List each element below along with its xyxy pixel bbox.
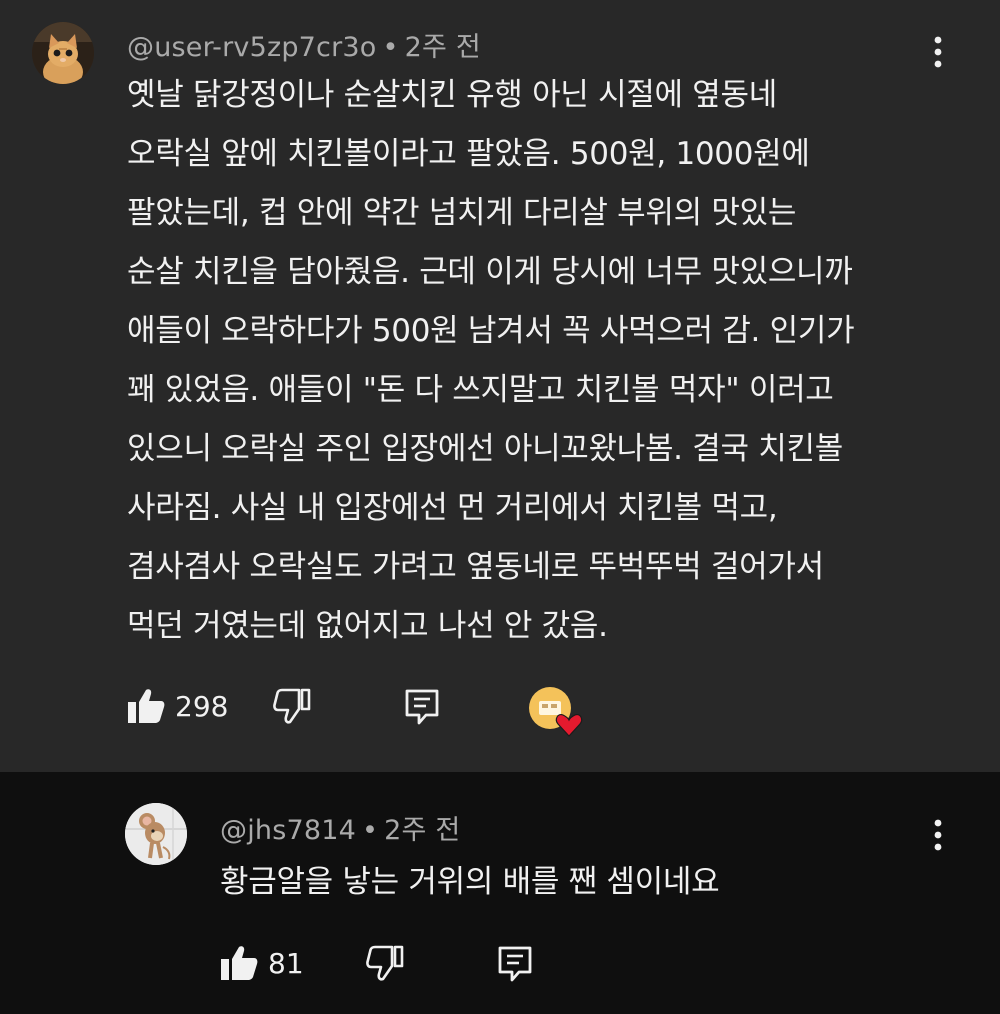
reply-dislike-button[interactable] (366, 945, 404, 981)
dislike-button[interactable] (273, 688, 311, 724)
reply-meta-separator: • (362, 815, 379, 846)
thumb-down-icon (366, 945, 404, 981)
meta-separator: • (382, 32, 399, 63)
reply-icon (498, 946, 532, 982)
comment-meta: @user-rv5zp7cr3o • 2주 전 (127, 25, 481, 64)
more-vert-icon (934, 819, 942, 851)
reply-meta: @jhs7814 • 2주 전 (220, 808, 460, 847)
reply-time: 2주 전 (384, 815, 461, 846)
commenter-avatar[interactable] (32, 22, 94, 84)
reply-more-options-button[interactable] (918, 815, 958, 855)
reply-author-handle[interactable]: @jhs7814 (220, 815, 356, 846)
thumb-up-icon (221, 946, 258, 980)
like-count: 298 (175, 689, 229, 723)
comment-text: 옛날 닭강정이나 순살치킨 유행 아닌 시절에 옆동네 오락실 앞에 치킨볼이라… (127, 77, 855, 644)
more-vert-icon (934, 36, 942, 68)
comments-screen: @user-rv5zp7cr3o • 2주 전 옛날 닭강정이나 순살치킨 유행 아… (0, 0, 1000, 1014)
cartoon-mouse-avatar-icon (125, 803, 187, 865)
thumb-down-icon (273, 688, 311, 724)
reply-like-count: 81 (268, 946, 304, 980)
like-button[interactable]: 298 (127, 688, 228, 724)
reply-text: 황금알을 낳는 거위의 배를 짼 셈이네요 (220, 864, 720, 900)
creator-heart-badge (528, 686, 588, 738)
reply-icon (405, 689, 439, 725)
comment-time: 2주 전 (404, 32, 481, 63)
reply-commenter-avatar[interactable] (125, 803, 187, 865)
highlighted-comment: @user-rv5zp7cr3o • 2주 전 옛날 닭강정이나 순살치킨 유행 아… (0, 0, 1000, 772)
reply-like-button[interactable]: 81 (220, 945, 304, 981)
reply-button[interactable] (404, 688, 440, 726)
author-handle[interactable]: @user-rv5zp7cr3o (127, 32, 377, 63)
thumb-up-icon (128, 689, 165, 723)
creator-heart-icon (529, 687, 583, 737)
reply-reply-button[interactable] (497, 945, 533, 983)
kitten-avatar-icon (32, 22, 94, 84)
